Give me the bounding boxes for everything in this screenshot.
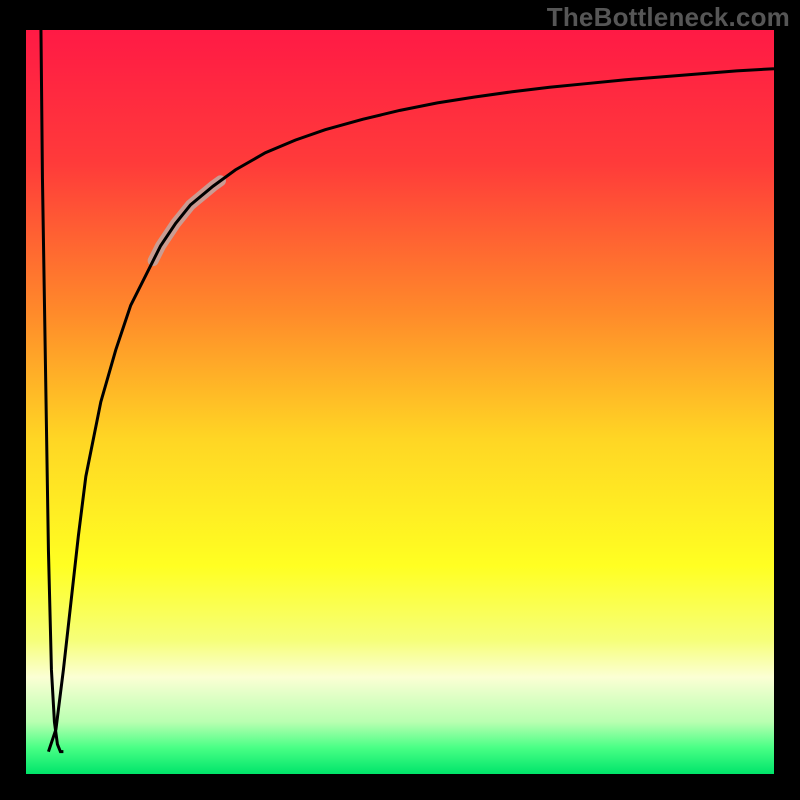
watermark-text: TheBottleneck.com	[547, 2, 790, 33]
curve-highlight	[153, 181, 220, 261]
curve-layer	[26, 30, 774, 774]
curve-left-drop	[41, 30, 63, 752]
chart-frame: TheBottleneck.com	[0, 0, 800, 800]
plot-area	[26, 30, 774, 774]
curve-rise-flatten	[48, 69, 774, 752]
